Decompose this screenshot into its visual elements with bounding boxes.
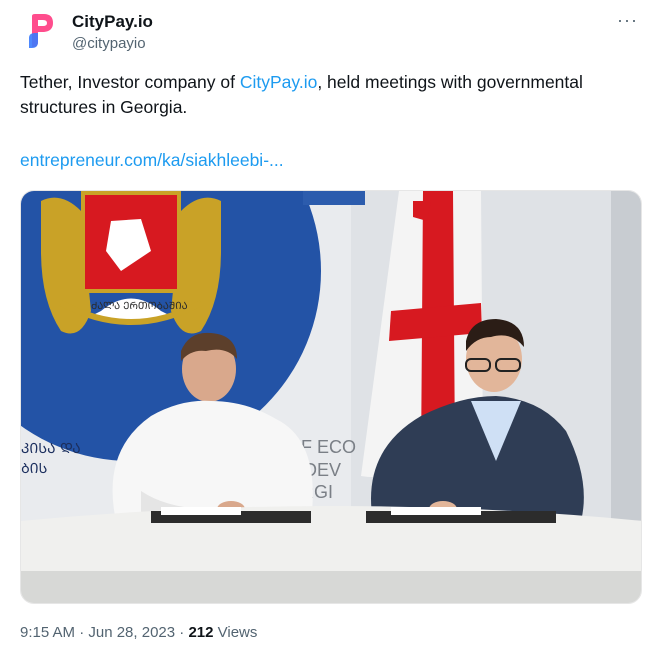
photo-illustration: ᲫᲐᲚᲐ ᲔᲠᲗᲝᲑᲐᲨᲘᲐ ᲙᲘᲡᲐ ᲓᲐ ᲑᲘᲡ OF ECO E DEV … bbox=[21, 191, 641, 603]
tweet-header: CityPay.io @citypayio ··· bbox=[20, 10, 640, 58]
mention-link[interactable]: CityPay.io bbox=[240, 72, 317, 92]
wall-text-left-2: ᲑᲘᲡ bbox=[21, 461, 48, 477]
account-handle[interactable]: @citypayio bbox=[72, 35, 146, 52]
more-options-icon[interactable]: ··· bbox=[617, 10, 638, 31]
tweet-text: Tether, Investor company of CityPay.io, … bbox=[20, 70, 645, 120]
account-name[interactable]: CityPay.io bbox=[72, 12, 153, 32]
emblem-ribbon-text: ᲫᲐᲚᲐ ᲔᲠᲗᲝᲑᲐᲨᲘᲐ bbox=[91, 301, 188, 312]
coat-of-arms-icon bbox=[41, 191, 221, 334]
views-count[interactable]: 212 bbox=[188, 624, 213, 641]
tweet-card: CityPay.io @citypayio ··· Tether, Invest… bbox=[0, 0, 659, 661]
citypay-logo-icon bbox=[29, 14, 53, 48]
avatar[interactable] bbox=[20, 10, 62, 52]
tweet-timestamp[interactable]: 9:15 AM · Jun 28, 2023 · bbox=[20, 624, 188, 641]
article-link[interactable]: entrepreneur.com/ka/siakhleebi-... bbox=[20, 150, 284, 171]
wall-text-left-1: ᲙᲘᲡᲐ ᲓᲐ bbox=[21, 441, 81, 457]
tweet-photo[interactable]: ᲫᲐᲚᲐ ᲔᲠᲗᲝᲑᲐᲨᲘᲐ ᲙᲘᲡᲐ ᲓᲐ ᲑᲘᲡ OF ECO E DEV … bbox=[20, 190, 642, 604]
tweet-text-before: Tether, Investor company of bbox=[20, 72, 240, 92]
tweet-meta: 9:15 AM · Jun 28, 2023 · 212 Views bbox=[20, 624, 257, 641]
views-label: Views bbox=[213, 624, 258, 641]
